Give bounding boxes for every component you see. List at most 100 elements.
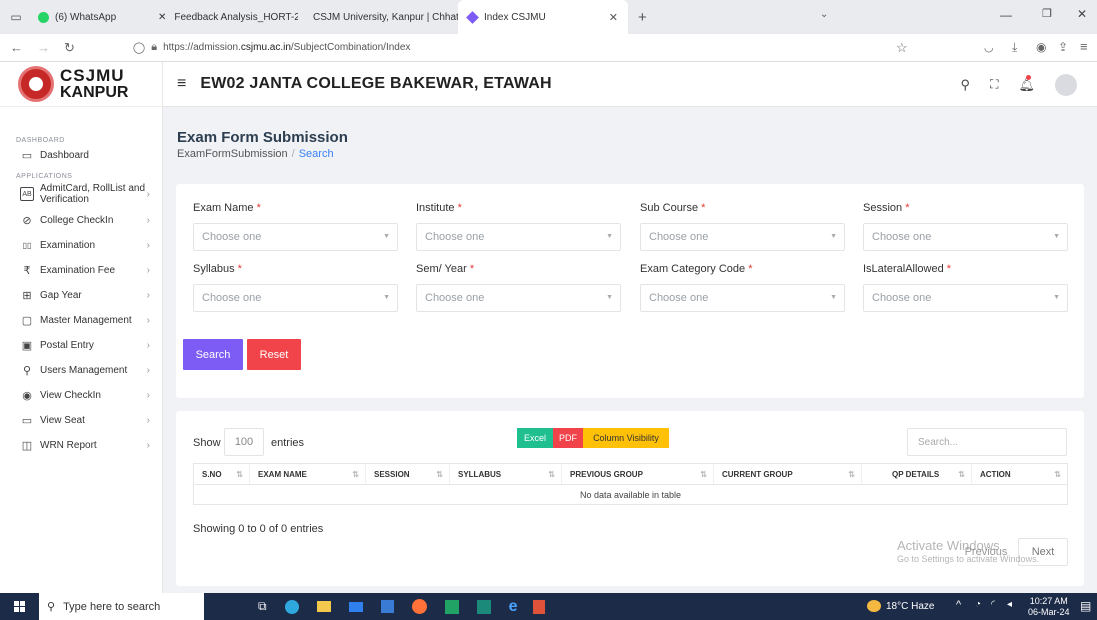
fullscreen-icon[interactable]: ⛶ bbox=[990, 77, 998, 92]
sidebar-item-wrn-report[interactable]: ◫ WRN Report › bbox=[0, 433, 162, 458]
college-title: EW02 JANTA COLLEGE BAKEWAR, ETAWAH bbox=[200, 75, 552, 92]
table-header-row: S.NO ⇅ EXAM NAME ⇅ SESSION ⇅ SYLLABUS ⇅ PREV… bbox=[193, 463, 1068, 485]
sort-icon: ⇅ bbox=[236, 469, 243, 479]
edge-icon[interactable] bbox=[284, 599, 299, 614]
pdf-button[interactable]: PDF bbox=[553, 428, 583, 448]
sidebar-item-view-checkin[interactable]: ◉ View CheckIn › bbox=[0, 383, 162, 408]
file-icon: ▢ bbox=[21, 315, 33, 327]
firefox-icon[interactable] bbox=[411, 599, 427, 614]
restore-icon[interactable]: ❐ bbox=[1042, 7, 1052, 20]
tray-chevron-icon[interactable]: ^ bbox=[956, 599, 961, 611]
chevron-right-icon: › bbox=[146, 365, 150, 376]
task-view-icon[interactable]: ⧉ bbox=[258, 599, 267, 614]
caret-down-icon: ▼ bbox=[830, 294, 837, 301]
search-button[interactable]: Search bbox=[183, 339, 243, 370]
sidebar-item-postal-entry[interactable]: ▣ Postal Entry › bbox=[0, 333, 162, 358]
column-header-exam-name[interactable]: EXAM NAME ⇅ bbox=[250, 464, 366, 484]
url-field[interactable]: https://admission.csjmu.ac.in/SubjectCom… bbox=[163, 42, 410, 53]
breadcrumb-root[interactable]: ExamFormSubmission bbox=[177, 148, 288, 160]
lateral-allowed-select[interactable]: Choose one ▼ bbox=[863, 284, 1068, 312]
institute-select[interactable]: Choose one ▼ bbox=[416, 223, 621, 251]
hamburger-menu-icon[interactable]: ≡ bbox=[177, 75, 186, 93]
sidebar-toggle-icon[interactable]: ▭ bbox=[4, 10, 28, 24]
sidebar-item-users-management[interactable]: ⚲ Users Management › bbox=[0, 358, 162, 383]
app-icon[interactable] bbox=[533, 599, 546, 614]
tab-feedback[interactable]: ✕ Feedback Analysis_HORT-2023-24.p bbox=[148, 0, 298, 34]
chevron-right-icon: › bbox=[146, 290, 150, 301]
sidebar-item-examination[interactable]: ▯▯ Examination › bbox=[0, 233, 162, 258]
sidebar-item-gap-year[interactable]: ⊞ Gap Year › bbox=[0, 283, 162, 308]
volume-icon[interactable]: ◂ bbox=[1007, 599, 1012, 610]
sidebar-item-college-checkin[interactable]: ⊘ College CheckIn › bbox=[0, 208, 162, 233]
session-select[interactable]: Choose one ▼ bbox=[863, 223, 1068, 251]
internet-explorer-icon[interactable]: e bbox=[509, 598, 518, 616]
column-header-previous-group[interactable]: PREVIOUS GROUP ⇅ bbox=[562, 464, 714, 484]
entries-label: entries bbox=[271, 437, 305, 449]
column-visibility-button[interactable]: Column Visibility bbox=[583, 428, 669, 448]
column-header-action[interactable]: ACTION ⇅ bbox=[972, 464, 1067, 484]
close-icon[interactable]: ✕ bbox=[158, 12, 166, 23]
notifications-icon[interactable]: ▤ bbox=[1080, 599, 1091, 613]
sidebar-item-admitcard[interactable]: AB AdmitCard, RollList and Verification › bbox=[0, 180, 162, 208]
column-header-current-group[interactable]: CURRENT GROUP ⇅ bbox=[714, 464, 862, 484]
next-page-button[interactable]: Next bbox=[1018, 538, 1068, 566]
pocket-icon[interactable]: ◡ bbox=[984, 41, 994, 54]
publisher-app-icon[interactable] bbox=[476, 599, 491, 614]
network-icon[interactable]: ◔ bbox=[975, 599, 981, 610]
extensions-icon[interactable]: ⇪ bbox=[1058, 40, 1068, 54]
institute-label: Institute * bbox=[416, 202, 462, 214]
logo[interactable]: CSJMU KANPUR bbox=[0, 62, 162, 107]
excel-app-icon[interactable] bbox=[444, 599, 459, 614]
shield-icon: ◯ bbox=[132, 42, 146, 54]
taskbar-search-box[interactable]: ⚲ Type here to search bbox=[39, 593, 204, 620]
reset-button[interactable]: Reset bbox=[247, 339, 301, 370]
download-icon[interactable]: ⤓ bbox=[1012, 40, 1017, 55]
windows-start-icon[interactable] bbox=[14, 601, 25, 612]
tab-index-csjmu[interactable]: Index CSJMU ✕ bbox=[458, 0, 628, 34]
minimize-icon[interactable]: — bbox=[1000, 8, 1012, 22]
wifi-icon[interactable]: ◜ bbox=[991, 599, 995, 610]
forward-icon[interactable]: → bbox=[37, 40, 50, 55]
sidebar-item-dashboard[interactable]: ▭ Dashboard bbox=[0, 144, 162, 166]
weather-text[interactable]: 18°C Haze bbox=[886, 601, 934, 612]
reload-icon[interactable]: ↻ bbox=[64, 40, 75, 56]
file-explorer-icon[interactable] bbox=[316, 601, 331, 612]
sidebar-item-examination-fee[interactable]: ₹ Examination Fee › bbox=[0, 258, 162, 283]
bookmark-star-icon[interactable]: ☆ bbox=[896, 40, 908, 56]
notification-bell-icon[interactable]: 🔔︎ bbox=[1018, 74, 1035, 93]
table-info: Showing 0 to 0 of 0 entries bbox=[193, 523, 324, 535]
clock[interactable]: 10:27 AM 06-Mar-24 bbox=[1028, 596, 1070, 618]
close-icon[interactable]: ✕ bbox=[609, 11, 618, 24]
tab-whatsapp[interactable]: (6) WhatsApp bbox=[28, 0, 148, 34]
back-icon[interactable]: ← bbox=[10, 40, 23, 55]
sidebar-item-view-seat[interactable]: ▭ View Seat › bbox=[0, 408, 162, 433]
account-icon[interactable]: ◉ bbox=[1036, 40, 1046, 54]
sort-icon: ⇅ bbox=[436, 469, 443, 479]
tab-list-chevron-icon[interactable]: ⌄ bbox=[820, 9, 828, 20]
menu-icon[interactable]: ≡ bbox=[1080, 39, 1088, 54]
section-dashboard-heading: DASHBOARD bbox=[16, 137, 65, 144]
search-form-card: Exam Name * Choose one ▼ Institute * Choo… bbox=[176, 184, 1084, 398]
column-header-session[interactable]: SESSION ⇅ bbox=[366, 464, 450, 484]
column-header-qp-details[interactable]: QP DETAILS ⇅ bbox=[862, 464, 972, 484]
page-size-select[interactable]: 100 bbox=[224, 428, 264, 456]
avatar[interactable] bbox=[1055, 73, 1077, 96]
new-tab-icon[interactable]: + bbox=[638, 9, 647, 26]
sidebar-item-master-management[interactable]: ▢ Master Management › bbox=[0, 308, 162, 333]
sub-course-select[interactable]: Choose one ▼ bbox=[640, 223, 845, 251]
table-search-input[interactable]: Search... bbox=[907, 428, 1067, 456]
previous-page-button[interactable]: Previous bbox=[954, 538, 1018, 566]
tab-csjm-university[interactable]: CSJM University, Kanpur | Chhat ✕ bbox=[298, 0, 458, 34]
sem-year-select[interactable]: Choose one ▼ bbox=[416, 284, 621, 312]
column-header-syllabus[interactable]: SYLLABUS ⇅ bbox=[450, 464, 562, 484]
column-header-sno[interactable]: S.NO ⇅ bbox=[194, 464, 250, 484]
exam-category-select[interactable]: Choose one ▼ bbox=[640, 284, 845, 312]
syllabus-select[interactable]: Choose one ▼ bbox=[193, 284, 398, 312]
search-icon[interactable]: ⚲ bbox=[961, 77, 971, 93]
exam-name-select[interactable]: Choose one ▼ bbox=[193, 223, 398, 251]
mail-icon[interactable] bbox=[348, 601, 363, 612]
store-icon[interactable] bbox=[380, 600, 394, 613]
mail-icon: ▣ bbox=[21, 340, 33, 352]
window-close-icon[interactable]: ✕ bbox=[1077, 7, 1087, 21]
excel-button[interactable]: Excel bbox=[517, 428, 553, 448]
